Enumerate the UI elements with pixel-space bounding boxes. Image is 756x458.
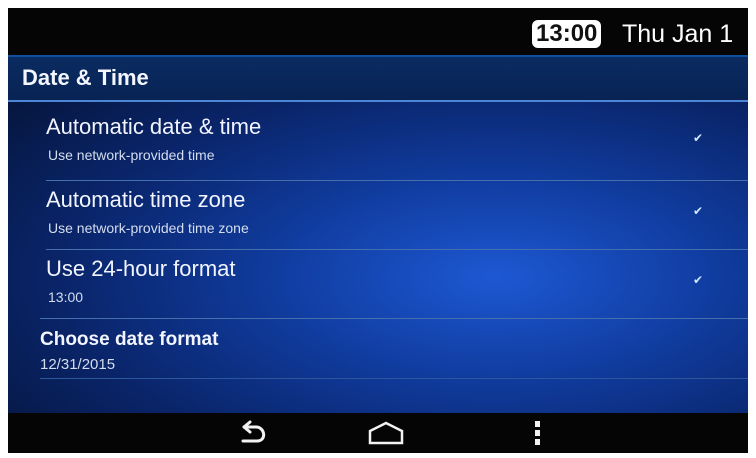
overflow-menu-icon — [535, 421, 540, 445]
overflow-menu-button[interactable] — [524, 420, 552, 448]
setting-summary: Use network-provided time — [48, 147, 215, 163]
check-icon[interactable]: ✔ — [693, 273, 703, 287]
settings-panel: Date & Time Automatic date & time Use ne… — [8, 57, 748, 413]
setting-title: Choose date format — [40, 329, 219, 350]
setting-title: Automatic time zone — [46, 187, 246, 212]
back-icon — [241, 420, 266, 443]
title-divider — [8, 100, 748, 102]
home-button[interactable] — [366, 420, 406, 448]
title-bar: Date & Time — [8, 57, 748, 100]
navigation-bar — [8, 413, 748, 453]
setting-summary: Use network-provided time zone — [48, 220, 249, 236]
setting-choose-date-format[interactable]: Choose date format 12/31/2015 — [8, 318, 748, 384]
setting-summary: 12/31/2015 — [40, 356, 116, 373]
list-divider — [40, 378, 748, 379]
status-bar: 13:00 Thu Jan 1 — [8, 8, 748, 55]
setting-automatic-time-zone[interactable]: Automatic time zone Use network-provided… — [8, 180, 748, 246]
setting-summary: 13:00 — [48, 289, 84, 305]
setting-automatic-date-time[interactable]: Automatic date & time Use network-provid… — [8, 107, 748, 173]
status-date: Thu Jan 1 — [622, 20, 734, 48]
setting-title: Use 24-hour format — [46, 256, 236, 281]
setting-title: Automatic date & time — [46, 114, 262, 139]
check-icon[interactable]: ✔ — [693, 131, 703, 145]
setting-use-24-hour-format[interactable]: Use 24-hour format 13:00 ✔ — [8, 249, 748, 315]
page-title: Date & Time — [22, 65, 149, 90]
home-icon — [368, 421, 404, 445]
android-screen: 13:00 Thu Jan 1 Date & Time Automatic da… — [8, 8, 748, 453]
check-icon[interactable]: ✔ — [693, 204, 703, 218]
back-button[interactable] — [234, 420, 274, 448]
status-time: 13:00 — [532, 20, 602, 48]
